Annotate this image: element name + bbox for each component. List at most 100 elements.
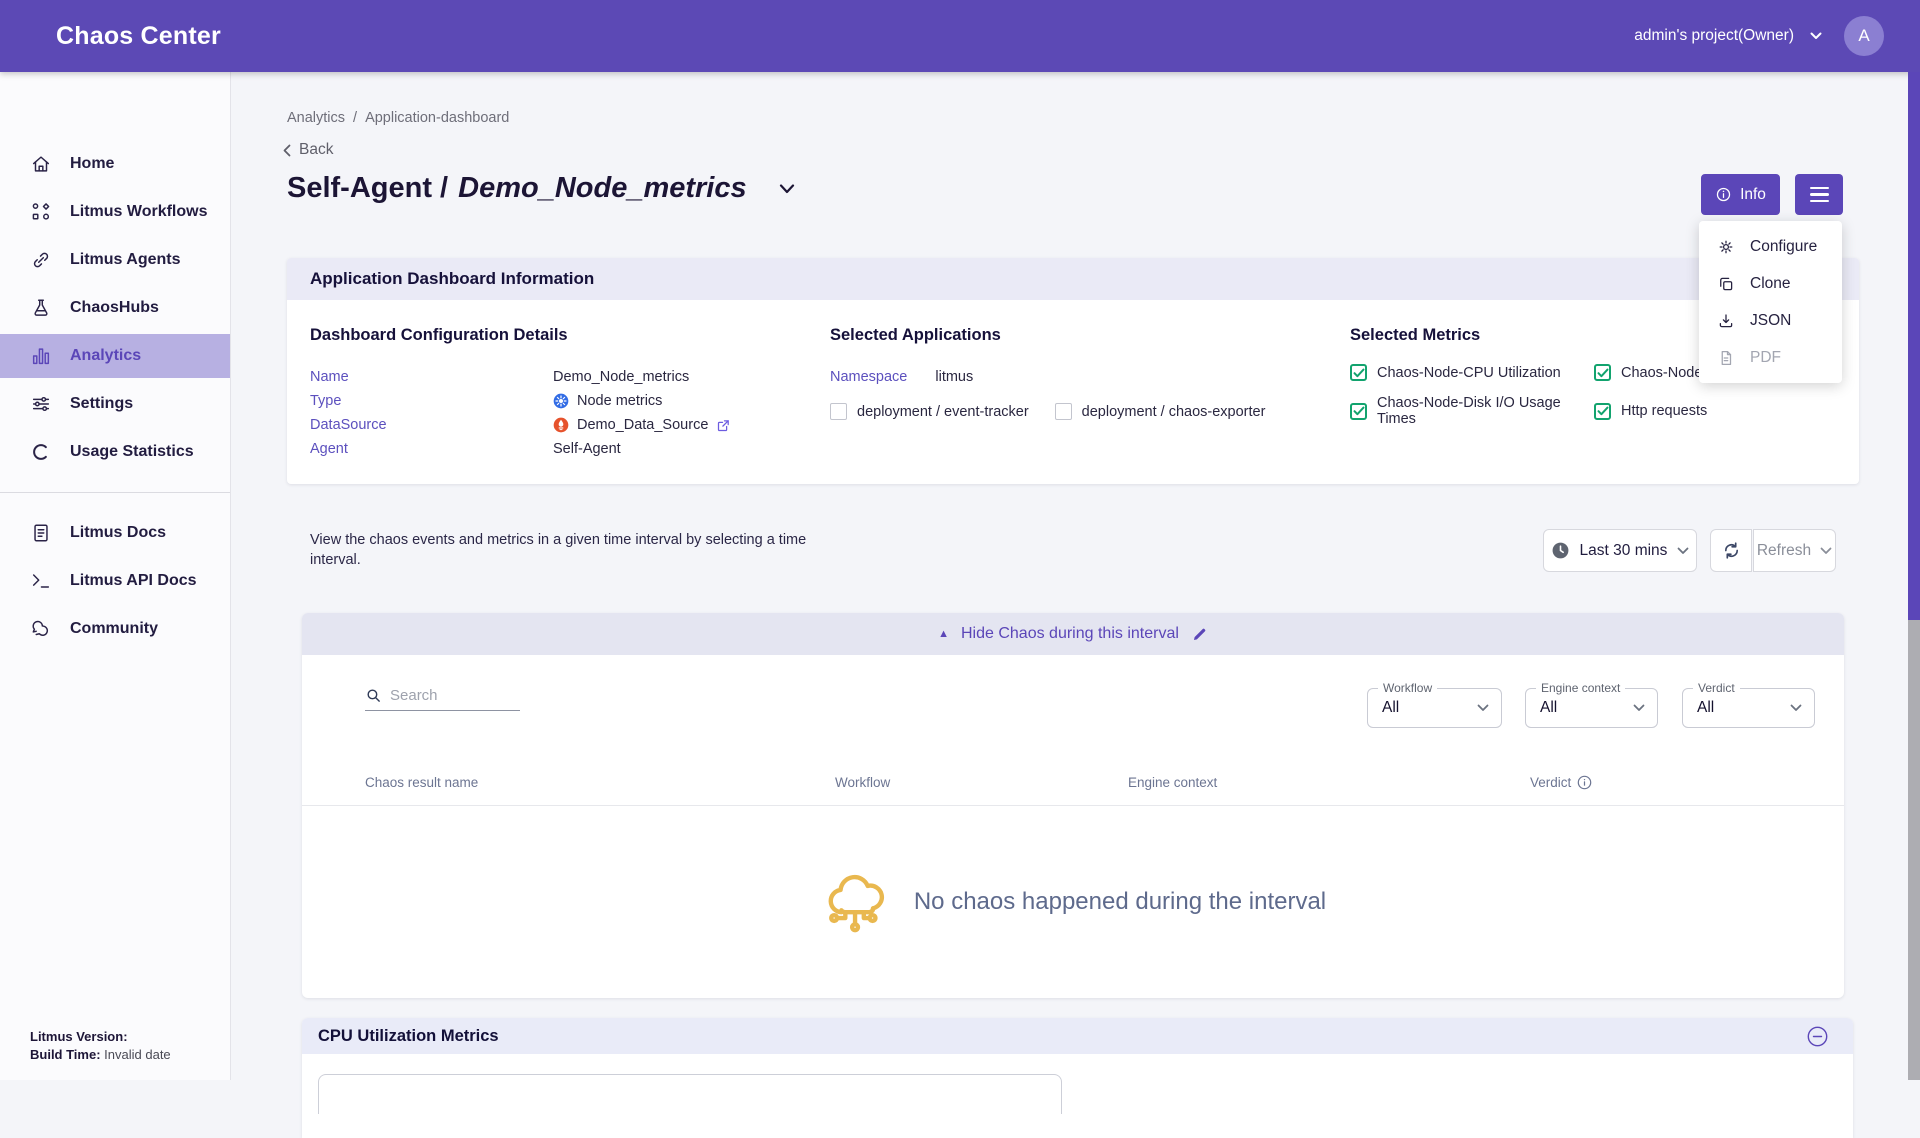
menu-item-clone[interactable]: Clone [1699,265,1842,302]
collapse-minus-icon[interactable] [1807,1026,1828,1047]
checkbox-checked-icon[interactable] [1594,403,1611,420]
dashboard-menu: Configure Clone JSON PDF [1699,221,1842,383]
agent-value: Self-Agent [553,441,621,457]
scrollbar-thumb[interactable] [1908,72,1920,620]
bar-chart-icon [30,345,52,367]
sidebar-item-label: Litmus Agents [70,251,181,269]
checkbox-event-tracker[interactable]: deployment / event-tracker [830,403,1029,420]
pencil-icon[interactable] [1191,626,1208,643]
sidebar-item-chaoshubs[interactable]: ChaosHubs [0,286,230,330]
loader-circle-icon [30,441,52,463]
time-range-select[interactable]: Last 30 mins [1543,529,1697,572]
refresh-now-button[interactable] [1710,529,1752,572]
metric-cpu-utilization[interactable]: Chaos-Node-CPU Utilization [1350,364,1594,381]
menu-item-label: PDF [1750,349,1781,367]
panel-header: Application Dashboard Information [287,258,1859,300]
metric-disk-io-times[interactable]: Chaos-Node-Disk I/O Usage Times [1350,395,1594,427]
namespace-value: litmus [935,369,973,385]
type-value: Node metrics [577,393,662,409]
checkbox-checked-icon[interactable] [1350,364,1367,381]
checkbox-unchecked-icon[interactable] [830,403,847,420]
build-time-label: Build Time: [30,1047,101,1062]
engine-context-filter[interactable]: Engine context All [1525,688,1658,728]
empty-state: No chaos happened during the interval [302,806,1844,998]
avatar[interactable]: A [1844,16,1884,56]
metric-label: Http requests [1621,403,1707,419]
file-icon [1717,349,1735,367]
datasource-label: DataSource [310,417,553,433]
kubernetes-icon [553,393,569,409]
search-input[interactable] [390,687,510,704]
checkbox-checked-icon[interactable] [1594,364,1611,381]
refresh-interval-select[interactable]: Refresh [1753,529,1836,572]
menu-item-pdf[interactable]: PDF [1699,339,1842,376]
cpu-section-title: CPU Utilization Metrics [318,1027,499,1046]
info-circle-icon[interactable] [1577,775,1592,790]
back-label: Back [299,141,333,159]
sidebar-item-litmus-api-docs[interactable]: Litmus API Docs [0,559,230,603]
litmus-version-label: Litmus Version: [30,1029,128,1044]
interval-description: View the chaos events and metrics in a g… [310,530,858,570]
hide-chaos-label: Hide Chaos during this interval [961,625,1179,643]
sidebar-item-label: Settings [70,395,133,413]
config-row-datasource: DataSource Demo_Data_Source [310,413,731,437]
hide-chaos-toggle[interactable]: ▲ Hide Chaos during this interval [302,613,1844,655]
configuration-title: Dashboard Configuration Details [310,326,568,345]
project-switcher[interactable]: admin's project(Owner) [1634,27,1822,45]
flask-icon [30,297,52,319]
workflow-filter[interactable]: Workflow All [1367,688,1502,728]
checkbox-checked-icon[interactable] [1350,403,1367,420]
column-engine-context: Engine context [1128,775,1217,790]
cpu-chart-placeholder [318,1074,1062,1114]
column-chaos-result-name: Chaos result name [365,775,478,790]
sidebar-item-label: Analytics [70,347,141,365]
page-title-row: Self-Agent / Demo_Node_metrics [287,172,795,205]
search-field[interactable] [365,687,520,711]
title-agent-name: Self-Agent / [287,172,448,204]
checkbox-label: deployment / chaos-exporter [1082,404,1266,420]
menu-item-configure[interactable]: Configure [1699,228,1842,265]
sidebar-item-label: Home [70,155,114,173]
dashboard-menu-button[interactable] [1795,174,1843,215]
sidebar-item-community[interactable]: Community [0,607,230,651]
checkbox-unchecked-icon[interactable] [1055,403,1072,420]
link-icon [30,249,52,271]
sidebar-item-home[interactable]: Home [0,142,230,186]
back-button[interactable]: Back [283,141,333,159]
external-link-icon[interactable] [716,418,731,433]
prometheus-icon [553,417,569,433]
column-verdict: Verdict [1530,775,1592,790]
workflow-filter-value: All [1382,699,1399,717]
page-scrollbar[interactable] [1908,72,1920,1080]
sliders-icon [30,393,52,415]
document-icon [30,522,52,544]
gear-icon [1717,238,1735,256]
sidebar-item-litmus-docs[interactable]: Litmus Docs [0,511,230,555]
metric-http-requests[interactable]: Http requests [1594,395,1837,427]
sidebar-item-settings[interactable]: Settings [0,382,230,426]
sidebar-item-litmus-workflows[interactable]: Litmus Workflows [0,190,230,234]
sidebar-item-litmus-agents[interactable]: Litmus Agents [0,238,230,282]
info-button[interactable]: Info [1701,174,1780,215]
selected-applications-checkboxes: deployment / event-tracker deployment / … [830,403,1265,420]
breadcrumb-analytics[interactable]: Analytics [287,110,345,126]
project-name: admin's project(Owner) [1634,27,1794,45]
caret-up-icon: ▲ [938,628,949,640]
sidebar-item-usage-statistics[interactable]: Usage Statistics [0,430,230,474]
menu-item-json[interactable]: JSON [1699,302,1842,339]
metrics-title: Selected Metrics [1350,326,1480,345]
config-row-agent: Agent Self-Agent [310,437,731,461]
metric-label: Chaos-Node-Disk I/O Usage Times [1377,395,1594,427]
workflow-filter-label: Workflow [1378,681,1437,695]
refresh-icon [1721,540,1742,561]
verdict-filter[interactable]: Verdict All [1682,688,1815,728]
title-dashboard-name: Demo_Node_metrics [458,172,747,204]
sidebar-item-analytics[interactable]: Analytics [0,334,230,378]
chevron-down-icon [779,184,795,194]
time-range-value: Last 30 mins [1580,542,1668,560]
sidebar-item-label: ChaosHubs [70,299,159,317]
dashboard-switcher-chevron[interactable] [779,184,795,194]
checkbox-chaos-exporter[interactable]: deployment / chaos-exporter [1055,403,1266,420]
info-icon [1715,186,1732,203]
verdict-filter-label: Verdict [1693,681,1740,695]
